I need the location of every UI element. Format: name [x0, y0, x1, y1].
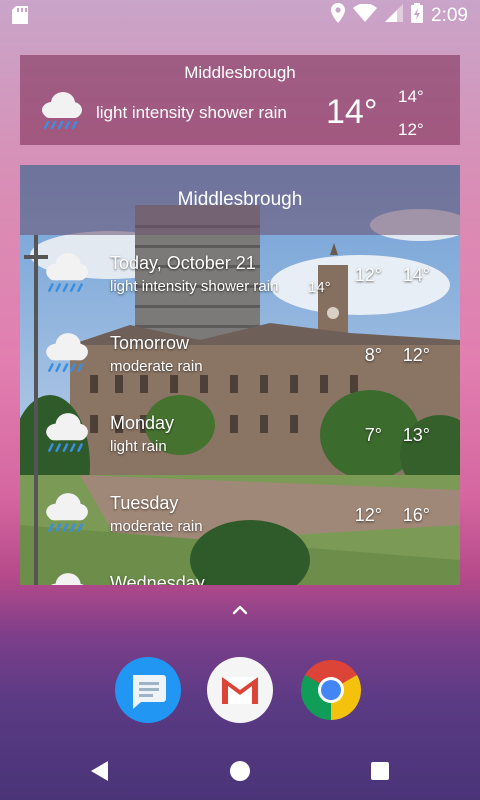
forecast-high: 16°	[402, 505, 430, 525]
sd-card-icon	[12, 6, 28, 29]
forecast-low: 7°	[364, 425, 382, 445]
wifi-icon	[353, 3, 378, 27]
current-description: light intensity shower rain	[96, 103, 287, 122]
forecast-city: Middlesbrough	[177, 189, 303, 210]
current-low: 12°	[398, 120, 424, 139]
forecast-day: Tomorrow	[110, 333, 190, 353]
current-weather-widget[interactable]: Middlesbrough light intensity shower rai…	[20, 55, 460, 145]
rain-cloud-icon	[42, 249, 90, 302]
forecast-header: Middlesbrough	[20, 165, 460, 235]
forecast-day: Wednesday	[110, 573, 205, 585]
chrome-app-icon[interactable]	[298, 657, 364, 723]
recents-button[interactable]	[370, 761, 390, 786]
forecast-row[interactable]: Monday light rain 7° 13°	[20, 395, 460, 475]
current-city: Middlesbrough	[184, 63, 296, 82]
forecast-description: light intensity shower rain	[110, 278, 279, 295]
battery-icon	[411, 3, 424, 28]
gmail-app-icon[interactable]	[207, 657, 273, 723]
forecast-description: light rain	[110, 438, 167, 455]
forecast-low: 12°	[354, 505, 382, 525]
forecast-row[interactable]: Tuesday moderate rain 12° 16°	[20, 475, 460, 555]
forecast-high: 14°	[402, 265, 430, 285]
rain-cloud-icon	[42, 489, 90, 542]
cloud-icon	[42, 569, 90, 585]
rain-cloud-icon	[42, 409, 90, 462]
back-button[interactable]	[90, 760, 110, 787]
forecast-high: 13°	[402, 425, 430, 445]
forecast-low: 8°	[364, 345, 382, 365]
forecast-row[interactable]: Today, October 21 light intensity shower…	[20, 235, 460, 315]
messages-app-icon[interactable]	[115, 657, 181, 723]
home-button[interactable]	[229, 760, 251, 787]
status-bar: 2:09	[0, 0, 480, 32]
forecast-day: Tuesday	[110, 493, 179, 513]
forecast-day: Monday	[110, 413, 175, 433]
forecast-row[interactable]: Tomorrow moderate rain 8° 12°	[20, 315, 460, 395]
rain-cloud-icon	[42, 329, 90, 382]
forecast-day: Today, October 21	[110, 253, 256, 273]
current-high: 14°	[398, 87, 424, 106]
forecast-row[interactable]: Wednesday	[20, 555, 460, 585]
app-drawer-arrow-icon[interactable]	[228, 600, 252, 623]
forecast-description: moderate rain	[110, 358, 203, 375]
navigation-bar	[0, 740, 480, 800]
current-temperature: 14°	[326, 93, 378, 131]
signal-icon	[385, 4, 404, 27]
forecast-high: 12°	[402, 345, 430, 365]
forecast-description: moderate rain	[110, 518, 203, 535]
location-icon	[331, 3, 346, 28]
forecast-widget[interactable]: Middlesbrough Today, October 21 light in…	[20, 165, 460, 585]
forecast-low: 12°	[354, 265, 382, 285]
clock: 2:09	[431, 4, 468, 26]
rain-cloud-icon	[38, 88, 84, 139]
